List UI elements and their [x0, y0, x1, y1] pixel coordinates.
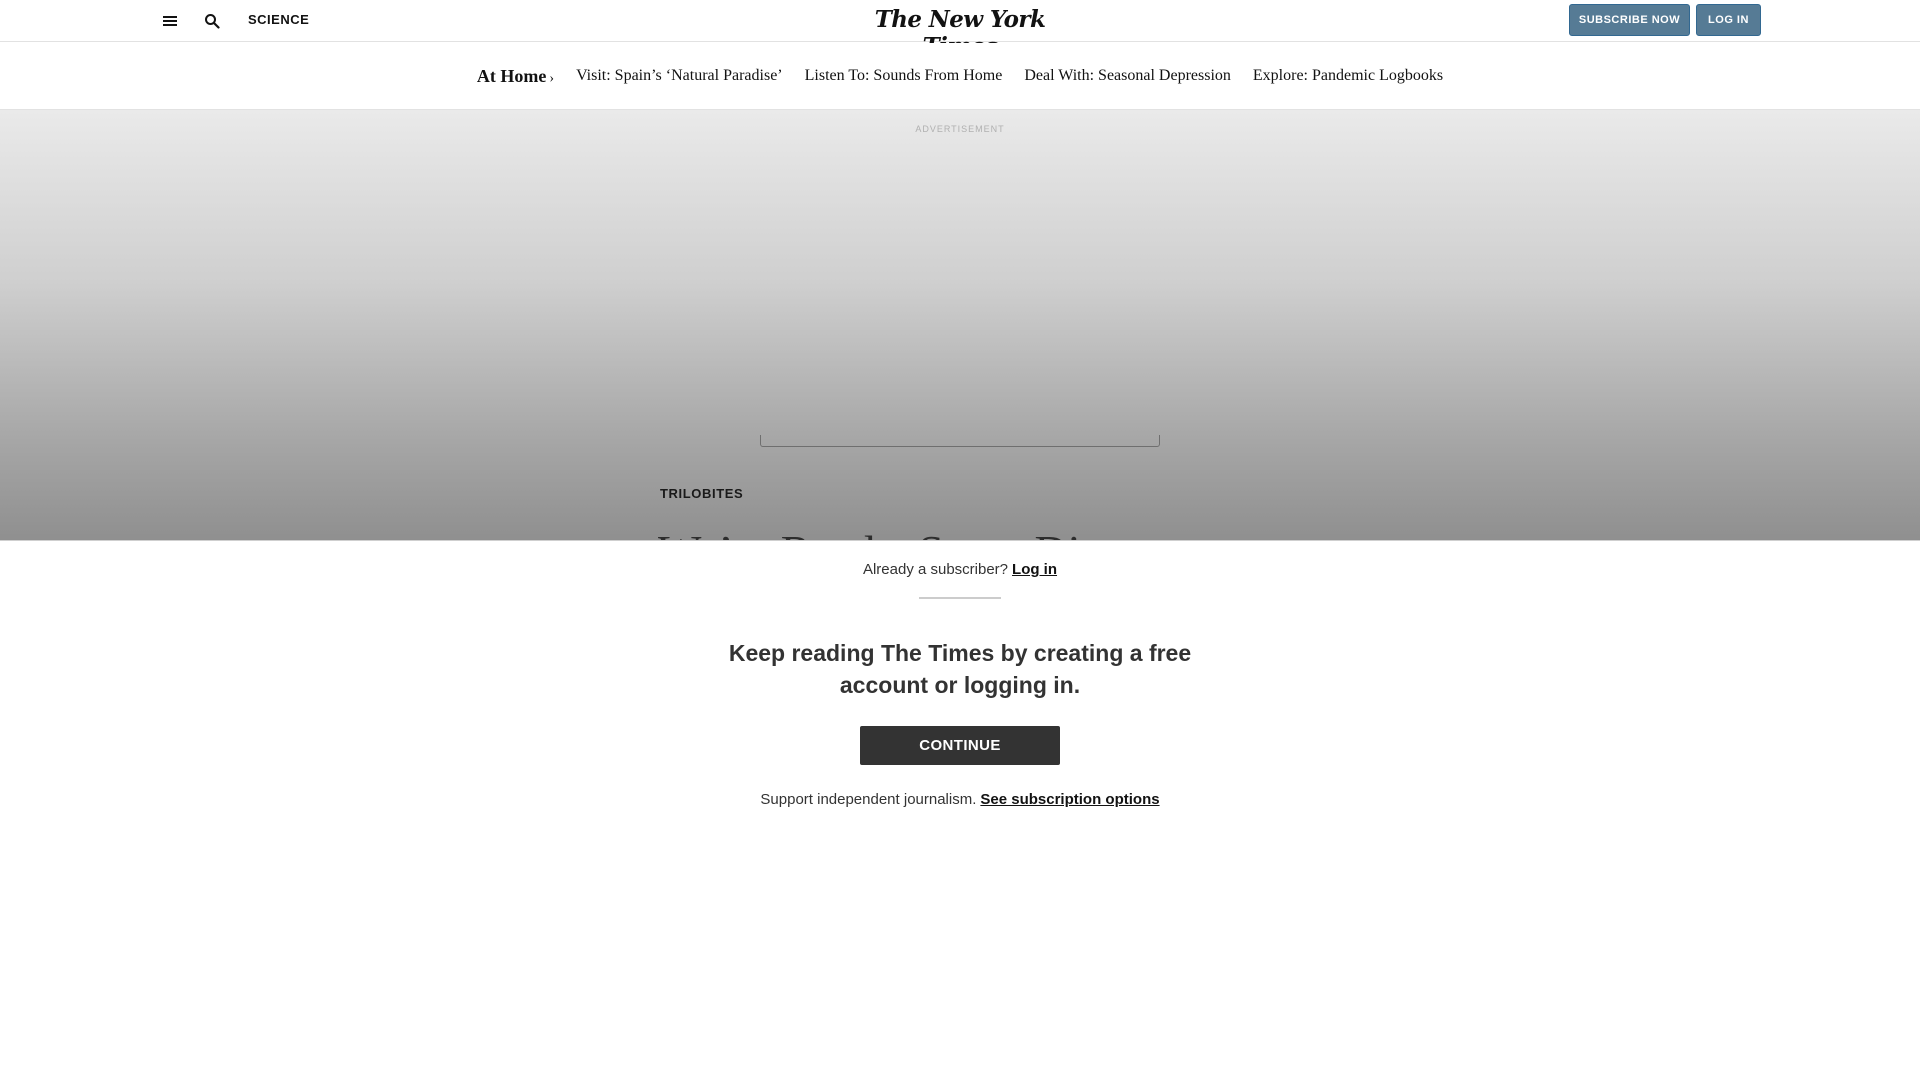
nav-item-explore[interactable]: Explore: Pandemic Logbooks: [1253, 67, 1443, 85]
log-in-button[interactable]: LOG IN: [1696, 4, 1761, 36]
subscription-options-link[interactable]: See subscription options: [980, 791, 1159, 808]
menu-button[interactable]: [156, 7, 184, 35]
menu-icon: [163, 16, 177, 26]
at-home-label: At Home: [476, 65, 547, 86]
support-text: Support independent journalism.: [760, 791, 977, 808]
chevron-right-icon: ›: [549, 70, 555, 86]
at-home-nav: At Home › Visit: Spain’s ‘Natural Paradis…: [0, 43, 1920, 110]
search-icon: [205, 14, 220, 29]
nav-item-visit[interactable]: Visit: Spain’s ‘Natural Paradise’: [576, 67, 783, 85]
continue-button[interactable]: CONTINUE: [860, 726, 1060, 765]
already-subscriber-line: Already a subscriber? Log in: [0, 561, 1920, 578]
nav-item-listen[interactable]: Listen To: Sounds From Home: [805, 67, 1003, 85]
article-kicker: TRILOBITES: [660, 486, 744, 501]
search-button[interactable]: [198, 7, 226, 35]
paywall-gate: Already a subscriber? Log in Keep reading…: [0, 540, 1920, 1080]
masthead: SCIENCE The New York Times SUBSCRIBE NOW…: [0, 0, 1920, 60]
already-subscriber-text: Already a subscriber?: [862, 561, 1009, 578]
section-link-science[interactable]: SCIENCE: [248, 12, 309, 27]
gate-login-link[interactable]: Log in: [1012, 561, 1057, 578]
gate-heading: Keep reading The Times by creating a fre…: [728, 640, 1192, 698]
nav-item-deal-with[interactable]: Deal With: Seasonal Depression: [1024, 67, 1231, 85]
divider: [919, 597, 1001, 599]
at-home-link[interactable]: At Home ›: [477, 66, 554, 87]
advertisement-label: ADVERTISEMENT: [915, 124, 1005, 134]
subscribe-now-button[interactable]: SUBSCRIBE NOW: [1569, 4, 1690, 36]
ad-frame: [760, 435, 1160, 447]
article-preview: ADVERTISEMENT TRILOBITES We’re Ready. So…: [0, 110, 1920, 541]
article-headline: We’re Ready. Some Di: [658, 525, 1081, 541]
support-line: Support independent journalism. See subsc…: [0, 791, 1920, 808]
